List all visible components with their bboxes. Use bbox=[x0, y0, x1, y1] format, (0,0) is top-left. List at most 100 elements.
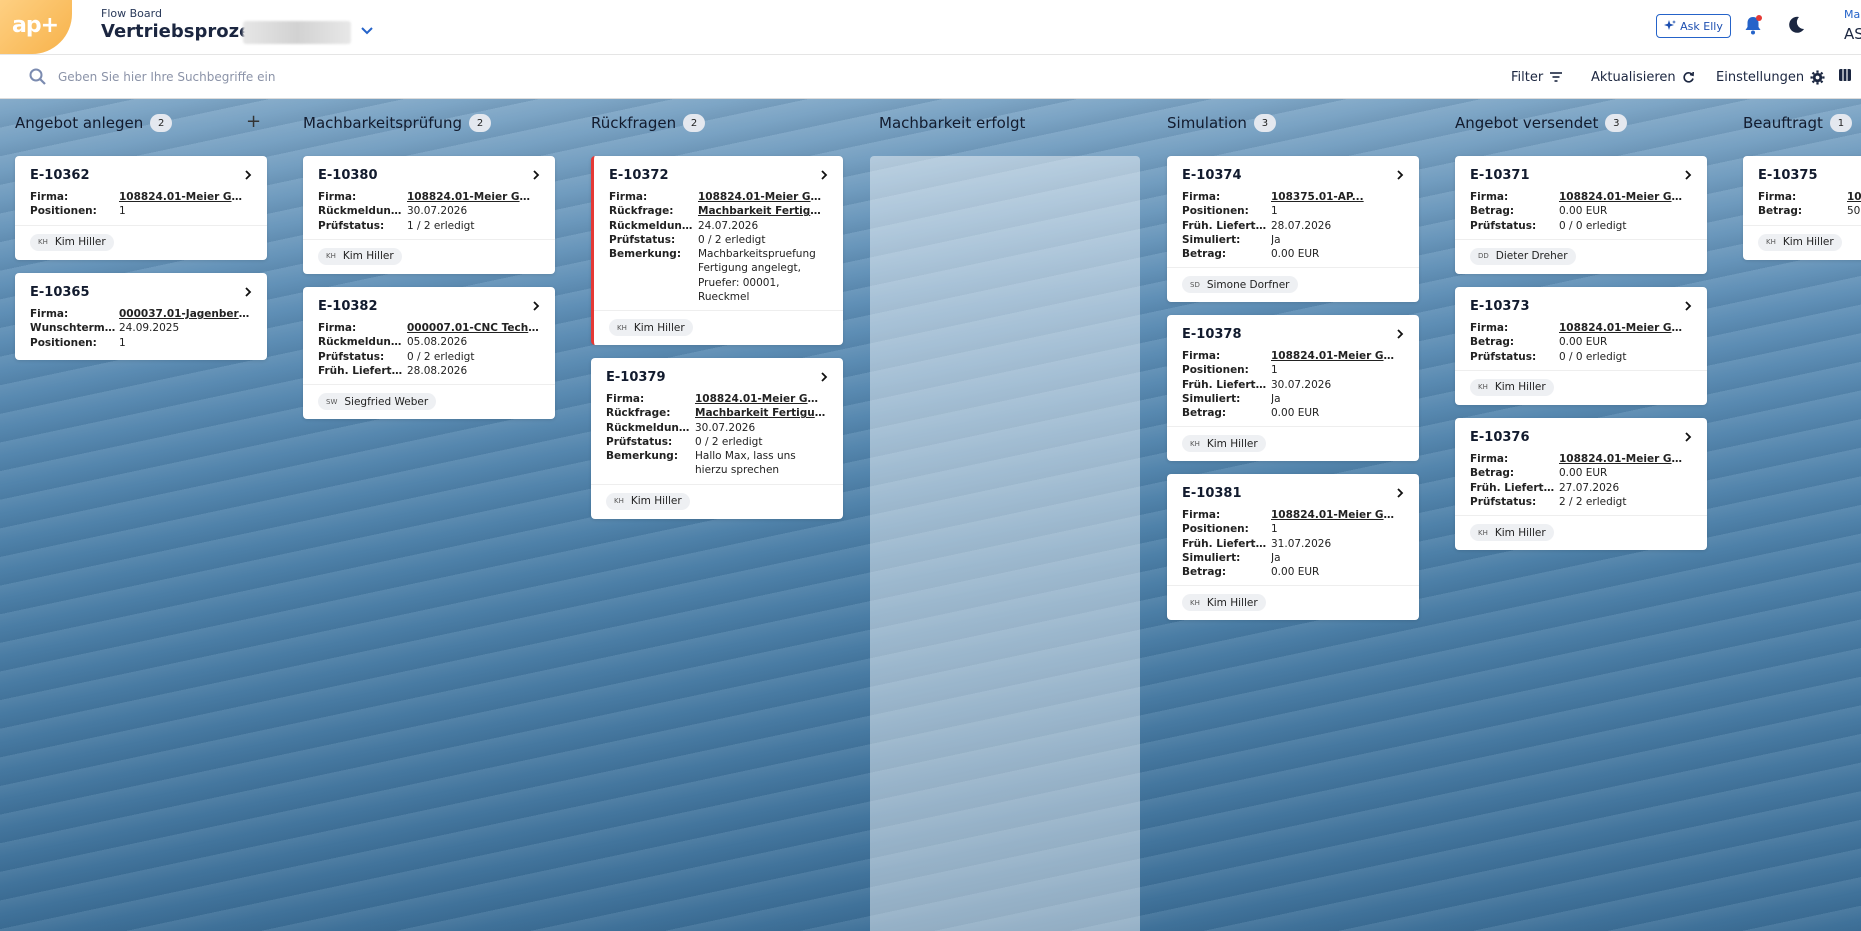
field-link[interactable]: 108824.01-Meier GmbH bbox=[1559, 452, 1692, 466]
field-row: Wunschtermin: 24.09.2025 bbox=[30, 321, 252, 335]
chevron-right-icon[interactable] bbox=[531, 301, 541, 311]
card-header: E-10379 bbox=[591, 358, 843, 392]
settings-button[interactable]: Einstellungen bbox=[1716, 67, 1825, 87]
chevron-right-icon[interactable] bbox=[1683, 170, 1693, 180]
field-value: 1 bbox=[1271, 205, 1278, 218]
ticket-card[interactable]: E-10380 Firma: 108824.01-Meier GmbH Rückmel… bbox=[303, 156, 555, 274]
ticket-card[interactable]: E-10372 Firma: 108824.01-Meier GmbH Rückfra… bbox=[591, 156, 843, 346]
chevron-down-icon[interactable] bbox=[359, 22, 375, 38]
field-label: Wunschtermin: bbox=[30, 322, 119, 335]
assignee-chip[interactable]: KH Kim Hiller bbox=[1182, 435, 1266, 453]
ticket-card[interactable]: E-10373 Firma: 108824.01-Meier GmbH Betrag:… bbox=[1455, 287, 1707, 405]
field-value: Ja bbox=[1271, 233, 1281, 246]
chevron-right-icon[interactable] bbox=[1395, 329, 1405, 339]
board-view-icon[interactable] bbox=[1838, 67, 1852, 83]
assignee-chip[interactable]: KH Kim Hiller bbox=[1182, 594, 1266, 612]
field-value: 0.00 EUR bbox=[1559, 336, 1608, 349]
field-row: Prüfstatus: 0 / 2 erledigt bbox=[609, 233, 828, 247]
field-label: Betrag: bbox=[1470, 467, 1515, 480]
chevron-right-icon[interactable] bbox=[1395, 488, 1405, 498]
field-value: 0.00 EUR bbox=[1271, 566, 1320, 579]
field-link[interactable]: 108824.01-Meier GmbH bbox=[407, 190, 540, 204]
ticket-card[interactable]: E-10381 Firma: 108824.01-Meier GmbH Positio… bbox=[1167, 474, 1419, 621]
assignee-chip[interactable]: KH Kim Hiller bbox=[609, 319, 693, 337]
card-fields: Firma: 108824.01-Meier GmbH Betrag: 0.00 EU… bbox=[1455, 452, 1707, 515]
field-link[interactable]: 108824.01-Meier GmbH bbox=[1559, 321, 1692, 335]
field-link[interactable]: 108824.01-Meier GmbH bbox=[1271, 349, 1404, 363]
field-link[interactable]: 108824.01-Meier GmbH bbox=[1559, 190, 1692, 204]
card-footer: KH Kim Hiller bbox=[1455, 515, 1707, 550]
settings-label: Einstellungen bbox=[1716, 69, 1805, 85]
field-row: Simuliert: Ja bbox=[1182, 551, 1404, 565]
assignee-chip[interactable]: KH Kim Hiller bbox=[1470, 524, 1554, 542]
chevron-right-icon[interactable] bbox=[531, 170, 541, 180]
chevron-right-icon[interactable] bbox=[243, 287, 253, 297]
field-link[interactable]: Machbarkeit Fertigung: ... bbox=[698, 204, 828, 218]
ticket-card[interactable]: E-10375 Firma: 10 Betrag: 50 KH Kim Hiller bbox=[1743, 156, 1861, 260]
field-value: 1 bbox=[1271, 364, 1278, 377]
field-row: Betrag: 0.00 EUR bbox=[1470, 335, 1692, 349]
field-label: Firma: bbox=[1470, 453, 1509, 465]
field-value: 27.07.2026 bbox=[1559, 481, 1620, 494]
field-link[interactable]: 108824.01-Meier GmbH bbox=[1271, 508, 1404, 522]
card-fields: Firma: 000007.01-CNC TechnikRückmeldung b… bbox=[303, 321, 555, 384]
field-label: Prüfstatus: bbox=[609, 233, 676, 246]
dark-mode-icon[interactable] bbox=[1786, 15, 1806, 35]
search-input[interactable] bbox=[58, 65, 658, 89]
ticket-id: E-10362 bbox=[30, 168, 90, 183]
chevron-right-icon[interactable] bbox=[819, 372, 829, 382]
ticket-card[interactable]: E-10382 Firma: 000007.01-CNC Technik Rückme… bbox=[303, 287, 555, 420]
field-label: Firma: bbox=[609, 191, 648, 203]
assignee-initials: KH bbox=[326, 252, 336, 261]
field-link[interactable]: 108824.01-Meier GmbH bbox=[698, 190, 828, 204]
field-link[interactable]: 108824.01-Meier GmbH bbox=[119, 190, 252, 204]
field-row: Rückmeldung b...24.07.2026 bbox=[609, 219, 828, 233]
column-title: Machbarkeitsprüfung bbox=[303, 114, 463, 132]
ticket-card[interactable]: E-10379 Firma: 108824.01-Meier GmbH Rückfra… bbox=[591, 358, 843, 519]
add-card-icon[interactable]: + bbox=[246, 111, 261, 132]
assignee-chip[interactable]: KH Kim Hiller bbox=[606, 492, 690, 510]
ticket-card[interactable]: E-10371 Firma: 108824.01-Meier GmbH Betrag:… bbox=[1455, 156, 1707, 274]
app-logo[interactable]: ap+ bbox=[0, 0, 72, 54]
field-link[interactable]: 108375.01-AP... bbox=[1271, 190, 1404, 204]
ticket-card[interactable]: E-10376 Firma: 108824.01-Meier GmbH Betrag:… bbox=[1455, 418, 1707, 551]
column-header: Simulation 3 bbox=[1167, 113, 1276, 133]
field-label: Positionen: bbox=[30, 336, 97, 349]
column-title: Angebot versendet bbox=[1455, 114, 1599, 132]
ask-elly-button[interactable]: Ask Elly bbox=[1656, 14, 1731, 38]
assignee-chip[interactable]: DD Dieter Dreher bbox=[1470, 247, 1576, 265]
field-link[interactable]: 000037.01-Jagenberg A... bbox=[119, 307, 252, 321]
ticket-card[interactable]: E-10362 Firma: 108824.01-Meier GmbH Positio… bbox=[15, 156, 267, 260]
assignee-initials: KH bbox=[1190, 439, 1200, 448]
user-name[interactable]: Ma bbox=[1844, 8, 1860, 21]
chevron-right-icon[interactable] bbox=[1683, 432, 1693, 442]
chevron-right-icon[interactable] bbox=[1395, 170, 1405, 180]
chevron-right-icon[interactable] bbox=[1683, 301, 1693, 311]
ticket-card[interactable]: E-10365 Firma: 000037.01-Jagenberg A...Wun… bbox=[15, 273, 267, 360]
refresh-button[interactable]: Aktualisieren bbox=[1591, 67, 1695, 87]
field-label: Firma: bbox=[606, 393, 645, 405]
assignee-chip[interactable]: KH Kim Hiller bbox=[1758, 233, 1842, 251]
user-initials[interactable]: AS bbox=[1844, 25, 1861, 43]
field-link[interactable]: Machbarkeit Fertigung: ... bbox=[695, 406, 828, 420]
search-toolbar: Filter Aktualisieren Einstellungen bbox=[0, 55, 1861, 99]
assignee-chip[interactable]: KH Kim Hiller bbox=[318, 247, 402, 265]
field-row: Rückmeldung b...30.07.2026 bbox=[318, 204, 540, 218]
notification-bell-icon[interactable] bbox=[1742, 14, 1764, 36]
ticket-card[interactable]: E-10374 Firma: 108375.01-AP... Positionen: 1… bbox=[1167, 156, 1419, 303]
field-link[interactable]: 10 bbox=[1847, 190, 1861, 204]
assignee-chip[interactable]: KH Kim Hiller bbox=[1470, 378, 1554, 396]
chevron-right-icon[interactable] bbox=[243, 170, 253, 180]
assignee-chip[interactable]: SW Siegfried Weber bbox=[318, 393, 437, 411]
assignee-name: Kim Hiller bbox=[1494, 526, 1546, 539]
filter-button[interactable]: Filter bbox=[1511, 67, 1563, 87]
ticket-card[interactable]: E-10378 Firma: 108824.01-Meier GmbH Positio… bbox=[1167, 315, 1419, 462]
field-link[interactable]: 000007.01-CNC Technik bbox=[407, 321, 540, 335]
assignee-chip[interactable]: SD Simone Dorfner bbox=[1182, 276, 1298, 294]
field-row: Firma: 108824.01-Meier GmbH bbox=[1470, 452, 1692, 466]
field-link[interactable]: 108824.01-Meier GmbH bbox=[695, 392, 828, 406]
ticket-id: E-10372 bbox=[609, 168, 669, 183]
chevron-right-icon[interactable] bbox=[819, 170, 829, 180]
assignee-chip[interactable]: KH Kim Hiller bbox=[30, 233, 114, 251]
ticket-id: E-10378 bbox=[1182, 327, 1242, 342]
